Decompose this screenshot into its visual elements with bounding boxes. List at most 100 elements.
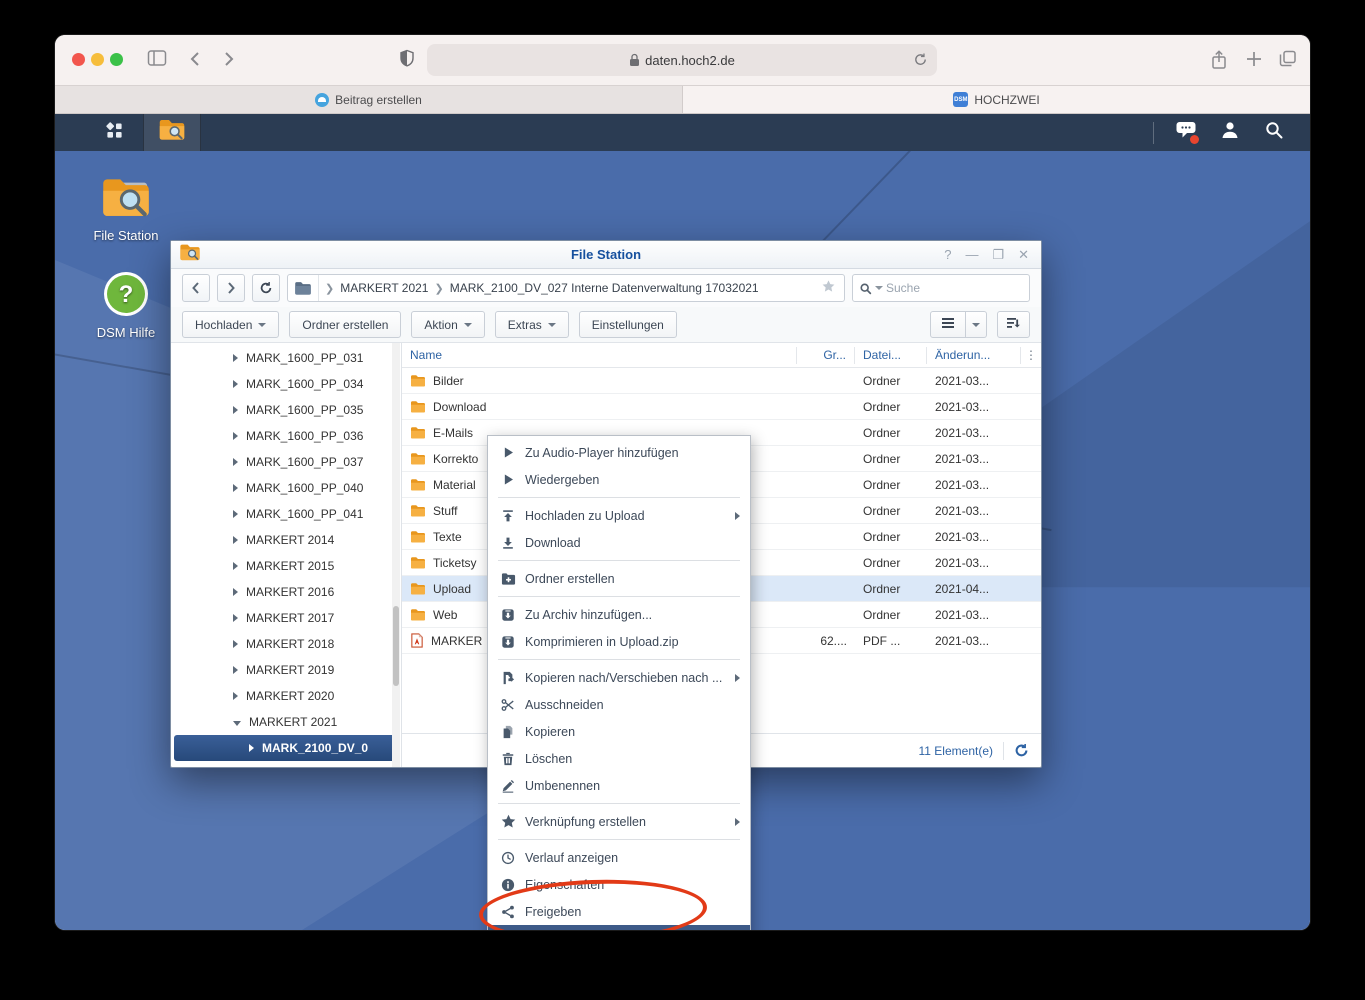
tree-item-mark-1600-pp-036[interactable]: MARK_1600_PP_036 [171, 423, 401, 449]
menu-item-freigeben[interactable]: Freigeben [488, 898, 750, 925]
breadcrumb-root-chip[interactable] [288, 275, 319, 301]
breadcrumb-segment[interactable]: MARKERT 2021 [340, 281, 428, 295]
column-header-name[interactable]: Name [402, 347, 797, 364]
column-header-modified[interactable]: Änderun... [927, 347, 1021, 364]
breadcrumb-segment[interactable]: MARK_2100_DV_027 Interne Datenverwaltung… [450, 281, 759, 295]
menu-item-zu-archiv-hinzufügen[interactable]: Zu Archiv hinzufügen... [488, 601, 750, 628]
desktop-icon-dsm-hilfe[interactable]: ? DSM Hilfe [78, 270, 174, 340]
window-minimize-button[interactable]: — [965, 247, 978, 263]
breadcrumb[interactable]: ❯ MARKERT 2021 ❯ MARK_2100_DV_027 Intern… [287, 274, 845, 302]
search-box[interactable] [852, 274, 1030, 302]
column-header-type[interactable]: Datei... [855, 347, 927, 364]
tree-item-markert-2015[interactable]: MARKERT 2015 [171, 553, 401, 579]
menu-item-komprimieren-in-upload-zip[interactable]: Komprimieren in Upload.zip [488, 628, 750, 655]
tree-collapsed-icon[interactable] [233, 692, 238, 700]
tree-collapsed-icon[interactable] [233, 354, 238, 362]
table-row-bilder[interactable]: BilderOrdner2021-03... [402, 368, 1041, 394]
tree-collapsed-icon[interactable] [233, 588, 238, 596]
tree-item-markert-2020[interactable]: MARKERT 2020 [171, 683, 401, 709]
tree-item-mark-1600-pp-037[interactable]: MARK_1600_PP_037 [171, 449, 401, 475]
window-titlebar[interactable]: File Station ? — ❐ ✕ [171, 241, 1041, 269]
tab-beitrag-erstellen[interactable]: Beitrag erstellen [55, 86, 683, 113]
notifications-button[interactable] [1168, 114, 1204, 151]
column-header-size[interactable]: Gr... [797, 347, 855, 364]
search-scope-caret[interactable] [875, 286, 883, 290]
menu-item-kopieren-nach-verschieben-nach[interactable]: Kopieren nach/Verschieben nach ... [488, 664, 750, 691]
sidebar-toggle-icon[interactable] [147, 49, 167, 72]
tree-collapsed-icon[interactable] [233, 614, 238, 622]
menu-item-download[interactable]: Download [488, 529, 750, 556]
menu-item-löschen[interactable]: Löschen [488, 745, 750, 772]
table-row-download[interactable]: DownloadOrdner2021-03... [402, 394, 1041, 420]
tree-collapsed-icon[interactable] [233, 458, 238, 466]
tab-hochzwei[interactable]: DSM HOCHZWEI [683, 86, 1310, 113]
share-icon[interactable] [1210, 49, 1228, 76]
forward-icon[interactable] [219, 49, 237, 74]
tree-item-markert-2014[interactable]: MARKERT 2014 [171, 527, 401, 553]
tree-item-mark-1600-pp-041[interactable]: MARK_1600_PP_041 [171, 501, 401, 527]
back-icon[interactable] [187, 49, 205, 74]
tree-collapsed-icon[interactable] [233, 640, 238, 648]
tree-collapsed-icon[interactable] [233, 484, 238, 492]
tree-collapsed-icon[interactable] [233, 432, 238, 440]
tab-overview-icon[interactable] [1278, 49, 1298, 74]
scrollbar-thumb[interactable] [393, 606, 399, 687]
tree-item-mark-1600-pp-031[interactable]: MARK_1600_PP_031 [171, 345, 401, 371]
reload-icon[interactable] [913, 51, 928, 71]
window-close-button[interactable]: ✕ [1018, 247, 1029, 263]
zoom-traffic-light[interactable] [110, 53, 123, 66]
tree-collapsed-icon[interactable] [233, 666, 238, 674]
menu-item-zu-audio-player-hinzufügen[interactable]: Zu Audio-Player hinzufügen [488, 439, 750, 466]
toolbar-button-ordner-erstellen[interactable]: Ordner erstellen [289, 311, 401, 338]
toolbar-button-einstellungen[interactable]: Einstellungen [579, 311, 677, 338]
sort-button[interactable] [997, 311, 1030, 338]
main-menu-button[interactable] [85, 114, 143, 151]
view-mode-caret-button[interactable] [966, 311, 987, 338]
close-traffic-light[interactable] [72, 53, 85, 66]
column-options-icon[interactable]: ⋮ [1021, 347, 1041, 364]
tree-item-markert-2016[interactable]: MARKERT 2016 [171, 579, 401, 605]
tree-item-markert-2018[interactable]: MARKERT 2018 [171, 631, 401, 657]
tree-collapsed-icon[interactable] [249, 744, 254, 752]
menu-item-kopieren[interactable]: Kopieren [488, 718, 750, 745]
desktop-icon-file-station[interactable]: File Station [78, 175, 174, 243]
menu-item-ausschneiden[interactable]: Ausschneiden [488, 691, 750, 718]
toolbar-button-aktion[interactable]: Aktion [411, 311, 484, 338]
window-help-button[interactable]: ? [944, 247, 951, 263]
favorite-star-icon[interactable] [821, 279, 844, 297]
menu-item-dateianforderung-erstellen[interactable]: Dateianforderung erstellen [488, 925, 750, 930]
nav-back-button[interactable] [182, 274, 210, 302]
search-button[interactable] [1256, 114, 1292, 151]
list-refresh-icon[interactable] [1014, 743, 1029, 758]
menu-item-ordner-erstellen[interactable]: Ordner erstellen [488, 565, 750, 592]
minimize-traffic-light[interactable] [91, 53, 104, 66]
url-bar[interactable]: daten.hoch2.de [427, 44, 937, 76]
tree-collapsed-icon[interactable] [233, 380, 238, 388]
menu-item-hochladen-zu-upload[interactable]: Hochladen zu Upload [488, 502, 750, 529]
privacy-shield-icon[interactable] [399, 49, 415, 74]
list-view-button[interactable] [930, 311, 966, 338]
search-input[interactable] [886, 281, 1023, 295]
tree-item-markert-2019[interactable]: MARKERT 2019 [171, 657, 401, 683]
toolbar-button-hochladen[interactable]: Hochladen [182, 311, 279, 338]
tree-item-mark-2100-dv-0[interactable]: MARK_2100_DV_0 [174, 735, 398, 761]
new-tab-icon[interactable] [1245, 49, 1263, 74]
tree-item-mark-1600-pp-034[interactable]: MARK_1600_PP_034 [171, 371, 401, 397]
menu-item-verknüpfung-erstellen[interactable]: Verknüpfung erstellen [488, 808, 750, 835]
menu-item-umbenennen[interactable]: Umbenennen [488, 772, 750, 799]
menu-item-eigenschaften[interactable]: Eigenschaften [488, 871, 750, 898]
tree-collapsed-icon[interactable] [233, 536, 238, 544]
tree-collapsed-icon[interactable] [233, 406, 238, 414]
menu-item-verlauf-anzeigen[interactable]: Verlauf anzeigen [488, 844, 750, 871]
window-maximize-button[interactable]: ❐ [992, 247, 1004, 263]
user-options-button[interactable] [1212, 114, 1248, 151]
tree-item-mark-1600-pp-035[interactable]: MARK_1600_PP_035 [171, 397, 401, 423]
taskbar-file-station-button[interactable] [143, 114, 201, 151]
tree-expanded-icon[interactable] [233, 721, 241, 726]
nav-forward-button[interactable] [217, 274, 245, 302]
sidebar-scrollbar[interactable] [392, 343, 400, 767]
menu-item-wiedergeben[interactable]: Wiedergeben [488, 466, 750, 493]
tree-item-markert-2017[interactable]: MARKERT 2017 [171, 605, 401, 631]
nav-refresh-button[interactable] [252, 274, 280, 302]
tree-item-mark-1600-pp-040[interactable]: MARK_1600_PP_040 [171, 475, 401, 501]
